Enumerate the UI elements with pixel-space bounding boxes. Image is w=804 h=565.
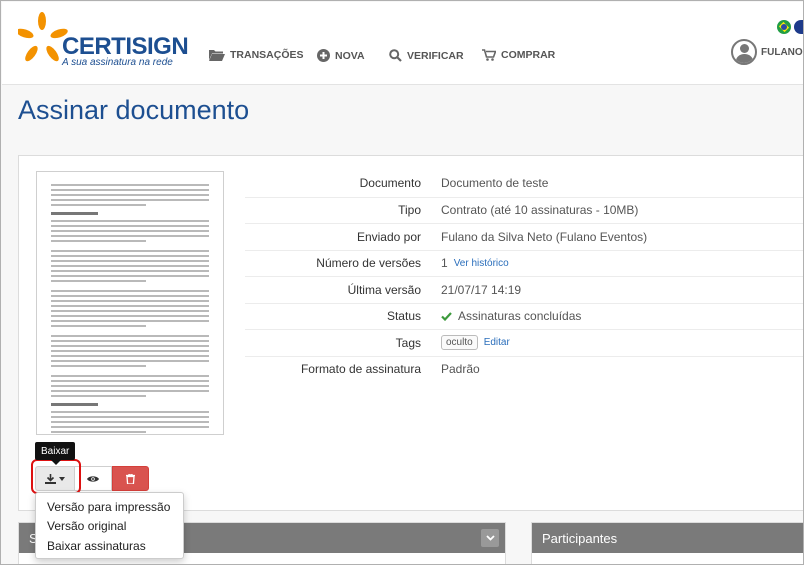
tag-badge: oculto xyxy=(441,335,478,351)
detail-row-tipo: Tipo Contrato (até 10 assinaturas - 10MB… xyxy=(245,196,803,224)
editar-tags-link[interactable]: Editar xyxy=(484,337,510,348)
search-icon xyxy=(389,49,402,62)
plus-circle-icon xyxy=(317,49,330,62)
status-text: Assinaturas concluídas xyxy=(458,309,582,324)
browser-frame: CERTISIGN A sua assinatura na rede TRANS… xyxy=(0,0,804,565)
cart-icon xyxy=(482,49,496,61)
participants-panel: Participantes xyxy=(531,522,803,564)
nav-transacoes[interactable]: TRANSAÇÕES xyxy=(209,49,304,61)
participants-panel-title: Participantes xyxy=(542,530,618,546)
nav-verificar-label: VERIFICAR xyxy=(407,49,464,62)
detail-row-formato: Formato de assinatura Padrão xyxy=(245,355,803,383)
detail-row-status: Status Assinaturas concluídas xyxy=(245,302,803,330)
certisign-logo[interactable]: CERTISIGN A sua assinatura na rede xyxy=(18,11,189,71)
user-menu[interactable]: FULANO xyxy=(731,39,803,65)
detail-value-wrap: 1 Ver histórico xyxy=(441,256,509,270)
download-tooltip: Baixar xyxy=(35,442,76,465)
flag-english-icon[interactable] xyxy=(794,20,803,34)
detail-row-tags: Tags oculto Editar xyxy=(245,329,803,356)
detail-label: Formato de assinatura xyxy=(300,362,421,377)
detail-row-ultima: Última versão 21/07/17 14:19 xyxy=(245,276,803,303)
detail-row-documento: Documento Documento de teste xyxy=(245,170,803,197)
logo-star-icon xyxy=(18,12,68,62)
detail-label: Status xyxy=(386,309,421,324)
user-name: FULANO xyxy=(761,46,803,58)
detail-label: Última versão xyxy=(347,282,421,297)
ver-historico-link[interactable]: Ver histórico xyxy=(454,258,509,269)
document-thumbnail[interactable] xyxy=(36,171,224,435)
nav-verificar[interactable]: VERIFICAR xyxy=(389,49,464,62)
language-flags xyxy=(777,20,803,34)
document-details: Documento Documento de teste Tipo Contra… xyxy=(245,170,803,383)
delete-button[interactable] xyxy=(112,466,149,491)
detail-value: Padrão xyxy=(441,362,480,377)
detail-value: Contrato (até 10 assinaturas - 10MB) xyxy=(441,203,639,218)
download-dropdown-menu: Versão para impressão Versão original Ba… xyxy=(35,492,184,559)
detail-value: Fulano da Silva Neto (Fulano Eventos) xyxy=(441,229,648,244)
detail-label: Número de versões xyxy=(316,256,421,271)
detail-row-enviado: Enviado por Fulano da Silva Neto (Fulano… xyxy=(245,223,803,250)
detail-label: Documento xyxy=(359,176,421,191)
check-icon xyxy=(441,312,452,321)
flag-brazil-icon[interactable] xyxy=(777,20,791,34)
top-header: CERTISIGN A sua assinatura na rede TRANS… xyxy=(2,2,803,85)
tags-value: oculto Editar xyxy=(441,335,510,351)
trash-icon xyxy=(126,473,135,484)
versions-count: 1 xyxy=(441,256,448,271)
participants-panel-header: Participantes xyxy=(532,523,803,553)
menu-item-original-version[interactable]: Versão original xyxy=(36,517,183,537)
menu-item-download-signatures[interactable]: Baixar assinaturas xyxy=(36,536,183,556)
status-value: Assinaturas concluídas xyxy=(441,309,581,323)
nav-comprar-label: COMPRAR xyxy=(501,49,556,61)
nav-comprar[interactable]: COMPRAR xyxy=(482,49,555,61)
detail-label: Tipo xyxy=(398,203,421,218)
document-panel: Documento Documento de teste Tipo Contra… xyxy=(18,155,803,511)
menu-item-print-version[interactable]: Versão para impressão xyxy=(36,497,183,517)
nav-nova[interactable]: NOVA xyxy=(317,49,365,62)
chevron-down-icon xyxy=(485,535,495,541)
brand-tagline: A sua assinatura na rede xyxy=(62,57,173,68)
avatar-icon xyxy=(731,39,757,65)
eye-icon xyxy=(87,475,99,482)
detail-value: Documento de teste xyxy=(441,176,549,191)
detail-label: Enviado por xyxy=(356,229,421,244)
nav-transacoes-label: TRANSAÇÕES xyxy=(230,49,304,61)
collapse-button[interactable] xyxy=(481,529,499,547)
detail-row-versoes: Número de versões 1 Ver histórico xyxy=(245,249,803,277)
page-title: Assinar documento xyxy=(18,95,250,125)
folder-open-icon xyxy=(209,50,225,61)
detail-value: 21/07/17 14:19 xyxy=(441,282,522,297)
nav-nova-label: NOVA xyxy=(335,49,365,62)
detail-label: Tags xyxy=(395,335,421,350)
